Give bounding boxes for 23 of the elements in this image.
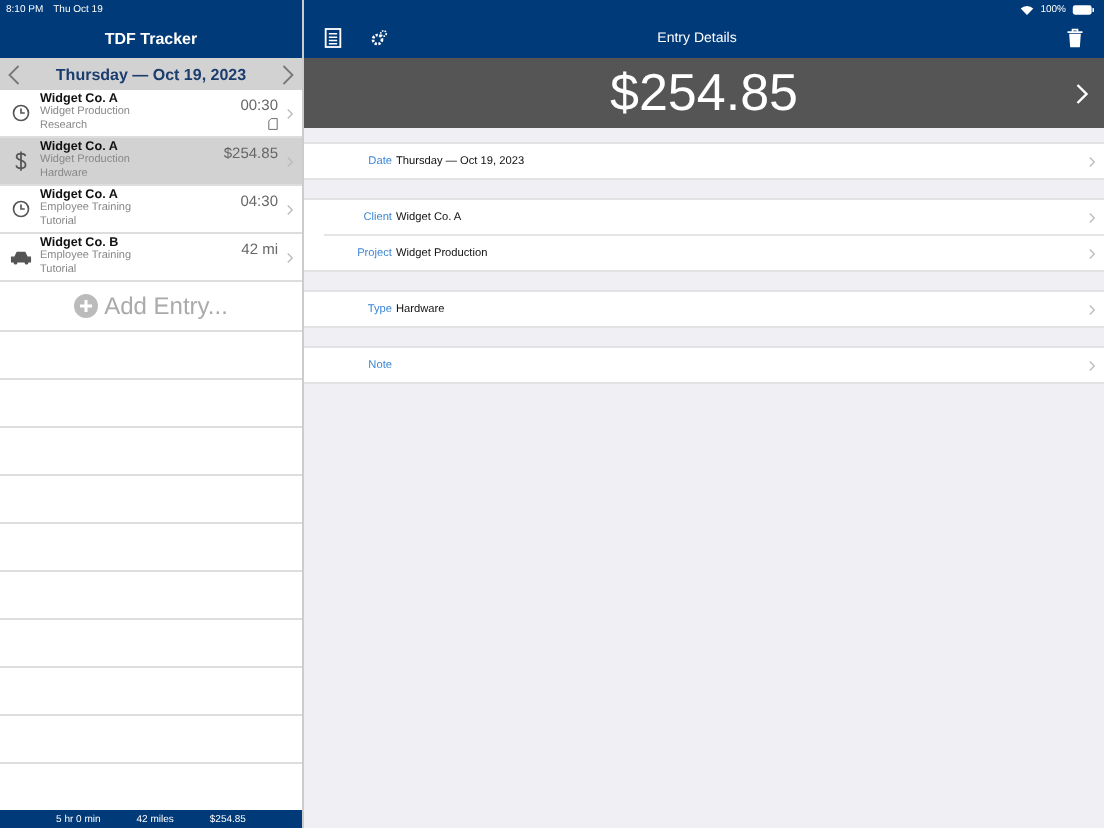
clock-icon: [11, 104, 29, 122]
chevron-right-icon: [1088, 211, 1096, 223]
app-title: TDF Tracker: [104, 29, 198, 47]
document-icon: [268, 118, 278, 130]
chevron-right-icon: [1088, 247, 1096, 259]
wifi-icon: [1020, 3, 1035, 15]
battery-icon: [1072, 3, 1094, 15]
chevron-right-icon: [1088, 359, 1096, 371]
dollar-icon: [13, 150, 27, 172]
chevron-right-icon: [286, 203, 294, 215]
clock-icon: [11, 200, 29, 218]
settings-icon[interactable]: [370, 28, 388, 48]
plus-icon: [74, 294, 99, 318]
chevron-left-icon[interactable]: [8, 63, 20, 85]
chevron-right-icon: [1088, 155, 1096, 167]
chevron-right-icon: [286, 251, 294, 263]
chevron-right-icon: [1088, 303, 1096, 315]
list-icon[interactable]: [324, 28, 342, 48]
car-icon: [9, 249, 31, 265]
chevron-right-icon: [286, 107, 294, 119]
current-date: Thursday — Oct 19, 2023: [55, 65, 247, 83]
amount-value: $254.85: [610, 62, 798, 124]
trash-icon[interactable]: [1066, 28, 1084, 48]
